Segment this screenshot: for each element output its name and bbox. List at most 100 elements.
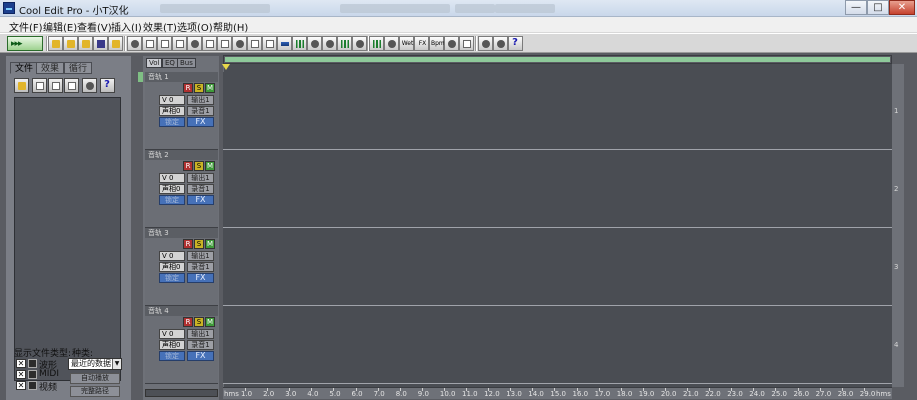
mute-button[interactable]: M <box>205 161 215 171</box>
fx-button[interactable]: FX <box>187 117 214 127</box>
scissors-button[interactable] <box>187 36 202 51</box>
tab-files[interactable]: 文件 <box>10 62 39 74</box>
mute-button[interactable]: M <box>205 83 215 93</box>
grid-button[interactable] <box>247 36 262 51</box>
record-arm-button[interactable]: R <box>183 239 193 249</box>
tab-loops[interactable]: 循行 <box>64 62 93 74</box>
fx-button[interactable]: FX <box>187 351 214 361</box>
tab-vol[interactable]: Vol <box>146 58 163 68</box>
cut-button[interactable] <box>142 36 157 51</box>
record-arm-button[interactable]: R <box>183 161 193 171</box>
filter-video-checkbox[interactable]: ✕ <box>16 381 26 390</box>
volume-control[interactable]: V 0 <box>159 329 185 339</box>
pan-control[interactable]: 声相0 <box>159 106 185 116</box>
track-name[interactable]: 音轨 2 <box>145 150 218 160</box>
save-as-button[interactable] <box>108 36 123 51</box>
options-button[interactable] <box>82 78 97 93</box>
bar-button[interactable] <box>277 36 292 51</box>
paste-button[interactable] <box>172 36 187 51</box>
close-button[interactable]: ✕ <box>889 0 915 15</box>
auto-play-button[interactable]: 自动播放 <box>70 373 120 384</box>
copy-button[interactable] <box>157 36 172 51</box>
menu-file[interactable]: 文件(F) <box>9 19 43 34</box>
track-column-scrollbar[interactable] <box>145 389 218 397</box>
time-ruler[interactable]: hms hms 1.0 2.0 3.0 4.0 5.0 6.0 7.0 8.0 9.0 10.0 1… <box>223 387 892 399</box>
menu-options[interactable]: 选项(O) <box>177 19 213 34</box>
minimize-button[interactable]: — <box>845 0 867 15</box>
open-append-button[interactable] <box>78 36 93 51</box>
save-button[interactable] <box>93 36 108 51</box>
tool-a-button[interactable] <box>478 36 493 51</box>
insert-button[interactable] <box>48 78 63 93</box>
record-device-button[interactable]: 录音1 <box>187 106 214 116</box>
tab-bus[interactable]: Bus <box>177 58 196 68</box>
menu-insert[interactable]: 插入(I) <box>111 19 142 34</box>
open-file-button[interactable] <box>63 36 78 51</box>
tab-effects[interactable]: 效果 <box>36 62 65 74</box>
new-file-button[interactable] <box>48 36 63 51</box>
record-device-button[interactable]: 录音1 <box>187 262 214 272</box>
envelope-button[interactable] <box>352 36 367 51</box>
file-list[interactable] <box>14 97 121 381</box>
spectral-button[interactable] <box>337 36 352 51</box>
trim-button[interactable] <box>202 36 217 51</box>
help-button[interactable]: ? <box>508 36 523 51</box>
tempo-button[interactable] <box>384 36 399 51</box>
lock-button[interactable]: 锁定 <box>159 273 185 283</box>
open-file-button[interactable] <box>14 78 29 93</box>
lock-button[interactable]: 锁定 <box>159 117 185 127</box>
tool-b-button[interactable] <box>493 36 508 51</box>
fx-button[interactable]: FX <box>187 273 214 283</box>
track-lane[interactable] <box>223 150 892 228</box>
track-lane[interactable] <box>223 72 892 150</box>
wet-button[interactable]: Wet <box>399 36 414 51</box>
track-name[interactable]: 音轨 4 <box>145 306 218 316</box>
lock-button[interactable]: 锁定 <box>159 195 185 205</box>
overview-range-bar[interactable] <box>225 57 890 62</box>
menu-edit[interactable]: 编辑(E) <box>43 19 77 34</box>
menu-view[interactable]: 查看(V) <box>77 19 112 34</box>
multitrack-toggle-button[interactable]: ▸▸▸ <box>7 36 43 51</box>
edit-button[interactable] <box>64 78 79 93</box>
nav-button[interactable] <box>444 36 459 51</box>
snap-button[interactable] <box>307 36 322 51</box>
pan-control[interactable]: 声相0 <box>159 184 185 194</box>
tab-eq[interactable]: EQ <box>162 58 178 68</box>
mix-paste-button[interactable] <box>217 36 232 51</box>
tool-button[interactable] <box>232 36 247 51</box>
solo-button[interactable]: S <box>194 161 204 171</box>
track-lane[interactable] <box>223 228 892 306</box>
output-button[interactable]: 输出1 <box>187 173 214 183</box>
solo-button[interactable]: S <box>194 239 204 249</box>
solo-button[interactable]: S <box>194 317 204 327</box>
record-arm-button[interactable]: R <box>183 83 193 93</box>
filter-waveform-checkbox[interactable]: ✕ <box>16 359 26 368</box>
mute-button[interactable]: M <box>205 239 215 249</box>
full-path-button[interactable]: 完整路径 <box>70 386 120 397</box>
wave-button[interactable] <box>292 36 307 51</box>
menu-help[interactable]: 帮助(H) <box>213 19 248 34</box>
volume-control[interactable]: V 0 <box>159 251 185 261</box>
filter-midi-checkbox[interactable]: ✕ <box>16 370 26 379</box>
fx-button[interactable]: FX <box>187 195 214 205</box>
record-arm-button[interactable]: R <box>183 317 193 327</box>
menu-effects[interactable]: 效果(T) <box>143 19 177 34</box>
organizer-help-button[interactable]: ? <box>100 78 115 93</box>
fx-button[interactable] <box>369 36 384 51</box>
maximize-button[interactable]: □ <box>867 0 889 15</box>
undo-button[interactable] <box>127 36 142 51</box>
track-name[interactable]: 音轨 3 <box>145 228 218 238</box>
pan-control[interactable]: 声相0 <box>159 340 185 350</box>
track-lane[interactable] <box>223 306 892 384</box>
volume-control[interactable]: V 0 <box>159 173 185 183</box>
output-button[interactable]: 输出1 <box>187 251 214 261</box>
volume-control[interactable]: V 0 <box>159 95 185 105</box>
solo-button[interactable]: S <box>194 83 204 93</box>
close-file-button[interactable] <box>32 78 47 93</box>
output-button[interactable]: 输出1 <box>187 95 214 105</box>
lock-button[interactable]: 锁定 <box>159 351 185 361</box>
list-button[interactable] <box>262 36 277 51</box>
panel-splitter[interactable] <box>131 56 137 400</box>
track-name[interactable]: 音轨 1 <box>145 72 218 82</box>
link-button[interactable] <box>322 36 337 51</box>
